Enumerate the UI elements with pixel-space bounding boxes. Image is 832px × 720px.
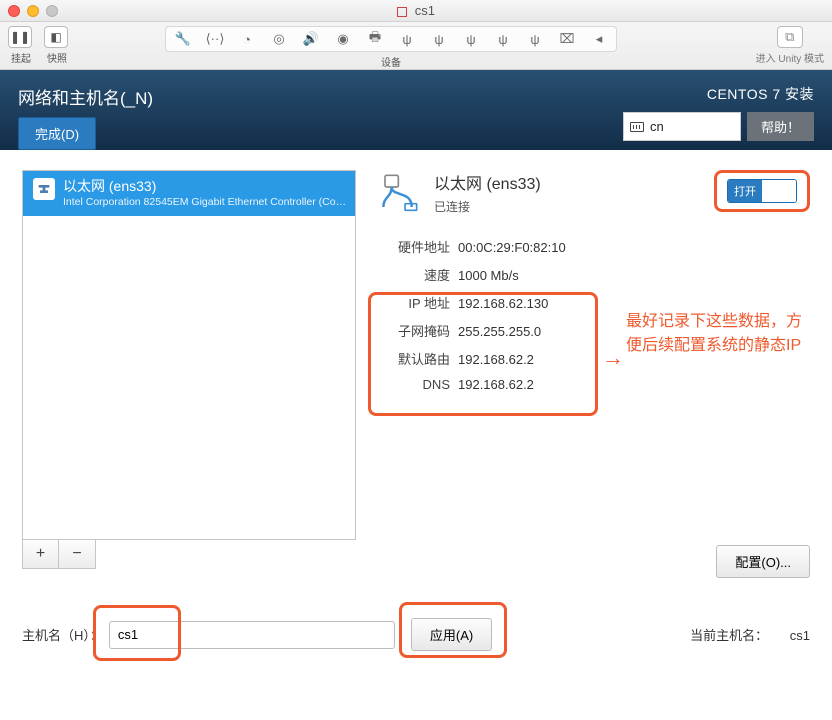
kv-dns: DNS 192.168.62.2 bbox=[380, 377, 810, 405]
detail-title: 以太网 (ens33) bbox=[434, 170, 541, 194]
vmware-toolbar: ❚❚ 挂起 ◧ 快照 🔧 ⟨··⟩ ◔ ◎ 🔊 ◉ 🖶 ψ ψ ψ ψ ψ ⌧ … bbox=[0, 22, 832, 70]
sound-icon[interactable]: 🔊 bbox=[300, 29, 322, 49]
network-page: 以太网 (ens33) Intel Corporation 82545EM Gi… bbox=[0, 150, 832, 720]
cd-icon[interactable]: ◎ bbox=[268, 29, 290, 49]
hw-addr-key: 硬件地址 bbox=[380, 237, 450, 256]
toggle-on-label: 打开 bbox=[728, 180, 762, 202]
pause-label: 挂起 bbox=[8, 50, 34, 65]
usb-icon[interactable]: ψ bbox=[460, 29, 482, 49]
usb-icon[interactable]: ψ bbox=[492, 29, 514, 49]
detail-properties: 硬件地址 00:0C:29:F0:82:10 速度 1000 Mb/s IP 地… bbox=[380, 237, 810, 405]
vm-doc-icon bbox=[397, 7, 407, 17]
install-title: CENTOS 7 安装 bbox=[707, 84, 814, 104]
zoom-window-icon[interactable] bbox=[46, 5, 58, 17]
apply-button[interactable]: 应用(A) bbox=[411, 618, 492, 651]
remove-device-button[interactable]: − bbox=[59, 540, 95, 568]
gateway-value: 192.168.62.2 bbox=[458, 352, 534, 367]
devices-label: 设备 bbox=[381, 54, 401, 69]
harddisk-icon[interactable]: ◔ bbox=[236, 29, 258, 49]
ethernet-icon bbox=[33, 178, 55, 200]
current-hostname-label: 当前主机名： bbox=[690, 628, 768, 643]
close-window-icon[interactable] bbox=[8, 5, 20, 17]
add-device-button[interactable]: + bbox=[23, 540, 59, 568]
kv-ip: IP 地址 192.168.62.130 bbox=[380, 293, 810, 321]
window-title-text: cs1 bbox=[415, 3, 435, 18]
vmtools-icon[interactable]: 🔧 bbox=[172, 29, 194, 49]
current-hostname: 当前主机名： cs1 bbox=[690, 625, 810, 644]
printer-icon[interactable]: 🖶 bbox=[364, 29, 386, 49]
pause-button[interactable]: ❚❚ 挂起 bbox=[8, 26, 34, 65]
hostname-row: 主机名（H）： 应用(A) 当前主机名： cs1 bbox=[22, 618, 810, 651]
device-subtitle: Intel Corporation 82545EM Gigabit Ethern… bbox=[63, 196, 347, 209]
camera-icon[interactable]: ◉ bbox=[332, 29, 354, 49]
kv-speed: 速度 1000 Mb/s bbox=[380, 265, 810, 293]
snapshot-icon: ◧ bbox=[44, 26, 68, 48]
hw-addr-value: 00:0C:29:F0:82:10 bbox=[458, 240, 566, 255]
mask-value: 255.255.255.0 bbox=[458, 324, 541, 339]
gateway-key: 默认路由 bbox=[380, 349, 450, 368]
ip-value: 192.168.62.130 bbox=[458, 296, 548, 311]
keyboard-layout-value: cn bbox=[650, 119, 664, 134]
vmware-devices-cluster: 🔧 ⟨··⟩ ◔ ◎ 🔊 ◉ 🖶 ψ ψ ψ ψ ψ ⌧ ◂ 设备 bbox=[130, 26, 652, 69]
dns-key: DNS bbox=[380, 377, 450, 392]
done-button[interactable]: 完成(D) bbox=[18, 117, 96, 150]
window-title: cs1 bbox=[0, 3, 832, 18]
ethernet-large-icon bbox=[378, 170, 422, 214]
ip-key: IP 地址 bbox=[380, 293, 450, 312]
current-hostname-value: cs1 bbox=[790, 628, 810, 643]
help-button[interactable]: 帮助！ bbox=[747, 112, 814, 141]
configure-button[interactable]: 配置(O)... bbox=[716, 545, 810, 578]
mask-key: 子网掩码 bbox=[380, 321, 450, 340]
toggle-off-side bbox=[762, 180, 796, 202]
snapshot-label: 快照 bbox=[44, 50, 70, 65]
device-list-item[interactable]: 以太网 (ens33) Intel Corporation 82545EM Gi… bbox=[23, 171, 355, 216]
kv-mask: 子网掩码 255.255.255.0 bbox=[380, 321, 810, 349]
mac-titlebar: cs1 bbox=[0, 0, 832, 22]
keyboard-icon bbox=[630, 122, 644, 132]
kv-gateway: 默认路由 192.168.62.2 bbox=[380, 349, 810, 377]
unity-icon: ⧉ bbox=[777, 26, 803, 48]
display-icon[interactable]: ⌧ bbox=[556, 29, 578, 49]
usb-icon[interactable]: ψ bbox=[428, 29, 450, 49]
detail-status: 已连接 bbox=[434, 198, 541, 215]
network-icon[interactable]: ⟨··⟩ bbox=[204, 29, 226, 49]
device-list-panel: 以太网 (ens33) Intel Corporation 82545EM Gi… bbox=[22, 170, 356, 569]
unity-label: 进入 Unity 模式 bbox=[756, 50, 824, 65]
page-title: 网络和主机名(_N) bbox=[18, 84, 153, 109]
speed-value: 1000 Mb/s bbox=[458, 268, 519, 283]
keyboard-layout-selector[interactable]: cn bbox=[623, 112, 741, 141]
dns-value: 192.168.62.2 bbox=[458, 377, 534, 392]
snapshot-button[interactable]: ◧ 快照 bbox=[44, 26, 70, 65]
unity-button[interactable]: ⧉ 进入 Unity 模式 bbox=[756, 26, 824, 65]
pause-icon: ❚❚ bbox=[8, 26, 32, 48]
hostname-input[interactable] bbox=[109, 621, 395, 649]
device-list[interactable]: 以太网 (ens33) Intel Corporation 82545EM Gi… bbox=[22, 170, 356, 540]
device-details: 以太网 (ens33) 已连接 打开 硬件地址 00:0C:29:F0:82:1… bbox=[378, 170, 810, 405]
usb-icon[interactable]: ψ bbox=[524, 29, 546, 49]
connection-toggle[interactable]: 打开 bbox=[727, 179, 797, 203]
kv-hw-addr: 硬件地址 00:0C:29:F0:82:10 bbox=[380, 237, 810, 265]
chevron-left-icon[interactable]: ◂ bbox=[588, 29, 610, 49]
anaconda-header: 网络和主机名(_N) 完成(D) CENTOS 7 安装 cn 帮助！ bbox=[0, 70, 832, 150]
hostname-label: 主机名（H）： bbox=[22, 625, 103, 644]
speed-key: 速度 bbox=[380, 265, 450, 284]
minimize-window-icon[interactable] bbox=[27, 5, 39, 17]
annotation-box-toggle: 打开 bbox=[714, 170, 810, 212]
usb-icon[interactable]: ψ bbox=[396, 29, 418, 49]
device-list-buttons: + − bbox=[22, 540, 96, 569]
device-name: 以太网 (ens33) bbox=[63, 178, 347, 196]
